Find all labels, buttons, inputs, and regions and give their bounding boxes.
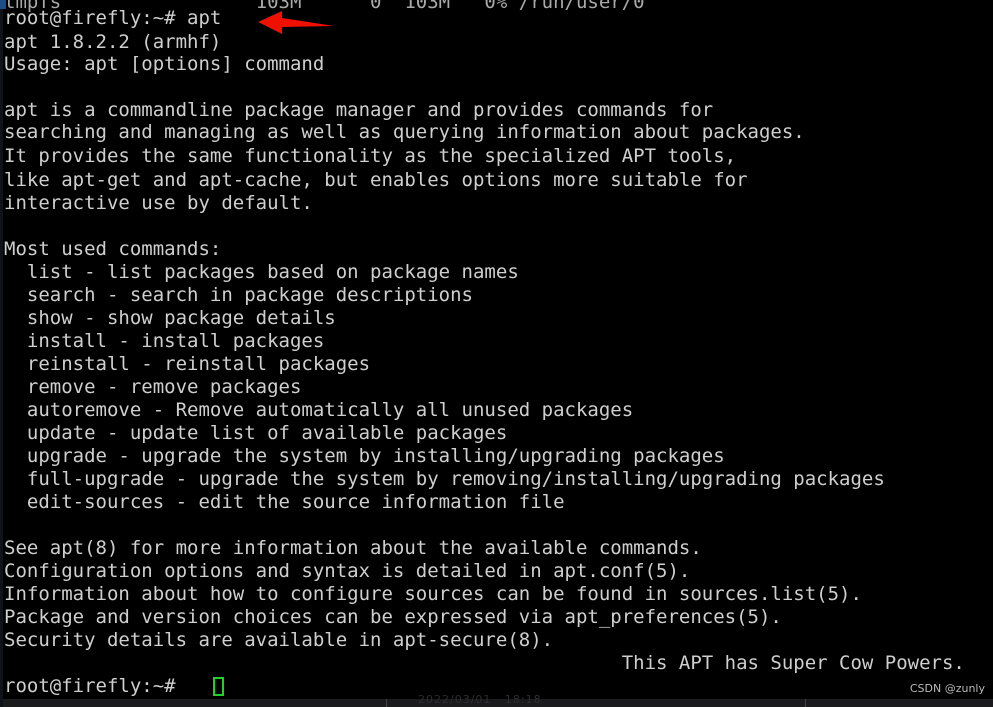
terminal-line-preferences-note: Package and version choices can be expre…: [4, 606, 782, 628]
terminal-line-command-show: show - show package details: [4, 307, 336, 329]
window-left-edge: [0, 0, 3, 707]
terminal-line-security-note: Security details are available in apt-se…: [4, 629, 554, 651]
terminal-line-command-upgrade: upgrade - upgrade the system by installi…: [4, 445, 725, 467]
bottom-window-divider: [805, 699, 806, 707]
terminal-line-command-update: update - update list of available packag…: [4, 422, 508, 444]
terminal-line-command-install: install - install packages: [4, 330, 325, 352]
bottom-window-divider: [386, 699, 387, 707]
terminal-line: apt is a commandline package manager and…: [4, 99, 714, 121]
terminal-line-command-remove: remove - remove packages: [4, 376, 302, 398]
terminal-cursor[interactable]: [213, 677, 224, 696]
terminal-line: interactive use by default.: [4, 192, 313, 214]
terminal-line-command-search: search - search in package descriptions: [4, 284, 473, 306]
terminal-line-section-header: Most used commands:: [4, 238, 222, 260]
terminal-line-final-prompt: root@firefly:~#: [4, 675, 188, 697]
terminal-line: searching and managing as well as queryi…: [4, 121, 805, 143]
bottom-window-ghost-text: 2022/03/01 18:18: [418, 693, 542, 706]
csdn-watermark: CSDN @zunly: [909, 682, 985, 695]
terminal-line-sources-note: Information about how to configure sourc…: [4, 583, 862, 605]
terminal-line: like apt-get and apt-cache, but enables …: [4, 169, 748, 191]
terminal-line-command-autoremove: autoremove - Remove automatically all un…: [4, 399, 634, 421]
terminal-screen[interactable]: tmpfs 103M 0 103M 0% /run/user/0 root@fi…: [4, 0, 993, 707]
terminal-line-prompt-command: root@firefly:~# apt: [4, 7, 222, 29]
terminal-window[interactable]: tmpfs 103M 0 103M 0% /run/user/0 root@fi…: [0, 0, 993, 707]
terminal-line-command-list: list - list packages based on package na…: [4, 261, 519, 283]
window-left-edge-highlight: [0, 0, 6, 9]
terminal-line-command-edit-sources: edit-sources - edit the source informati…: [4, 491, 565, 513]
terminal-line: Usage: apt [options] command: [4, 53, 325, 75]
terminal-line-see-manpage: See apt(8) for more information about th…: [4, 537, 702, 559]
terminal-line-super-cow-powers: This APT has Super Cow Powers.: [4, 652, 965, 674]
terminal-line: apt 1.8.2.2 (armhf): [4, 31, 222, 53]
terminal-line-config-note: Configuration options and syntax is deta…: [4, 560, 691, 582]
terminal-line: It provides the same functionality as th…: [4, 145, 737, 167]
terminal-line-command-full-upgrade: full-upgrade - upgrade the system by rem…: [4, 468, 885, 490]
terminal-line-command-reinstall: reinstall - reinstall packages: [4, 353, 371, 375]
